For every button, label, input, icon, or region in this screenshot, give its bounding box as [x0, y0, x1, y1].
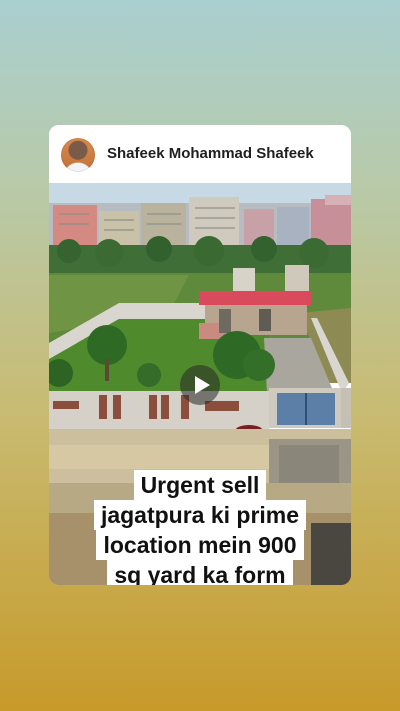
caption-line-4: sq yard ka form: [107, 560, 293, 585]
author-avatar[interactable]: [61, 138, 95, 172]
caption-line-2: jagatpura ki prime: [93, 500, 307, 530]
caption-overlay: Urgent sell jagatpura ki prime location …: [49, 470, 351, 585]
caption-line-3: location mein 900: [96, 530, 304, 560]
author-name[interactable]: Shafeek Mohammad Shafeek: [107, 145, 314, 162]
post-header: Shafeek Mohammad Shafeek: [49, 125, 351, 183]
video-preview[interactable]: Urgent sell jagatpura ki prime location …: [49, 183, 351, 585]
caption-line-1: Urgent sell: [133, 470, 267, 500]
play-button[interactable]: [180, 365, 220, 405]
story-card[interactable]: Shafeek Mohammad Shafeek Urgent sell jag…: [49, 125, 351, 585]
